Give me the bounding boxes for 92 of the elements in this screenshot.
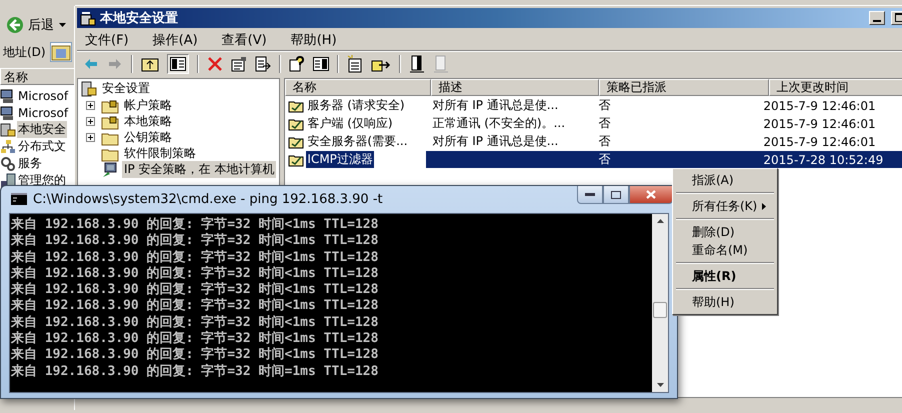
file-name[interactable]: 服务 [17,155,43,172]
item-icon [0,138,16,154]
item-icon [0,88,16,104]
policy-name[interactable]: 安全服务器(需要... [306,133,409,150]
delete-icon[interactable] [207,56,223,72]
close-button[interactable] [629,186,673,204]
tree-item[interactable]: 本地策略 [122,113,174,130]
menu-item[interactable]: 指派(A) [676,171,774,189]
menu-item[interactable]: 文件(F) [85,31,129,49]
export-list-icon[interactable] [255,56,271,72]
file-name[interactable]: Microsof [17,106,70,120]
table-cell: 否 [598,115,610,132]
table-cell: 2015-7-28 10:52:49 [763,152,884,166]
menu-item[interactable]: 删除(D) [676,223,774,241]
console-icon [11,193,27,205]
policy-name[interactable]: 客户端 (仅响应) [306,115,394,132]
address-label: 地址(D) [3,44,46,60]
properties-icon[interactable] [231,56,247,72]
security-settings-icon [81,80,97,96]
app-icon [80,10,96,26]
file-name[interactable]: Microsof [17,88,70,102]
table-cell: 2015-7-9 12:46:01 [763,116,876,130]
menu-item[interactable]: 帮助(H) [676,293,774,311]
minimize-icon [585,193,595,196]
minimize-button[interactable] [577,186,603,204]
file-name[interactable]: 分布式文 [17,138,67,155]
console-line: 来自 192.168.3.90 的回复: 字节=32 时间<1ms TTL=128 [11,282,380,298]
table-cell: 否 [598,133,610,150]
console-line: 来自 192.168.3.90 的回复: 字节=32 时间<1ms TTL=128 [11,331,380,346]
window-title: 本地安全设置 [100,10,178,27]
column-header[interactable]: 策略已指派 [599,79,770,96]
menu-item[interactable]: 操作(A) [152,31,198,49]
console-line: 来自 192.168.3.90 的回复: 字节=32 时间<1ms TTL=128 [11,298,380,314]
scroll-thumb[interactable] [653,302,667,318]
table-cell: 2015-7-9 12:46:01 [763,98,876,112]
console-line: 来自 192.168.3.90 的回复: 字节=32 时间=1ms TTL=128 [11,364,380,380]
scroll-down-icon[interactable] [656,383,664,387]
item-icon [0,122,16,138]
policy-icon [288,134,304,148]
menu-item[interactable]: 查看(V) [222,31,267,49]
tree-item[interactable]: 安全设置 [100,80,152,97]
window-title: C:\Windows\system32\cmd.exe - ping 192.168.3.90 -t [33,192,383,206]
tree-item[interactable]: 软件限制策略 [122,145,198,162]
console-line: 来自 192.168.3.90 的回复: 字节=32 时间<1ms TTL=128 [11,314,380,330]
tree-item[interactable]: 公钥策略 [122,129,174,146]
tree-item[interactable]: IP 安全策略，在 本地计算机 [122,161,276,178]
maximize-button[interactable] [603,186,629,204]
policy-icon [288,116,304,130]
scroll-up-icon[interactable] [656,219,664,223]
menu-item[interactable]: 重命名(M) [676,241,774,259]
table-cell: 正常通讯 (不安全的)。... [432,115,566,132]
console-line: 来自 192.168.3.90 的回复: 字节=32 时间<1ms TTL=128 [11,250,380,266]
minimize-icon [873,20,881,22]
maximize-icon [894,13,902,22]
menu-item[interactable]: 所有任务(K) [676,197,774,215]
policy-icon [288,152,304,166]
item-icon [0,156,16,172]
table-cell: 否 [598,151,610,168]
maximize-icon [611,190,621,198]
table-cell: 否 [598,97,610,114]
menu-item[interactable]: 帮助(H) [290,31,337,49]
up-folder-icon[interactable] [141,56,159,72]
help-icon[interactable] [289,56,305,72]
toggle-tree-button[interactable] [167,54,189,74]
file-name[interactable]: 本地安全 [17,121,67,138]
expand-icon[interactable] [86,117,95,126]
expand-icon[interactable] [86,133,95,142]
table-cell: 对所有 IP 通讯总是使... [432,97,558,114]
column-header[interactable]: 上次更改时间 [769,79,902,96]
policy-name[interactable]: 服务器 (请求安全) [306,97,406,114]
toggle-action-pane-icon[interactable] [313,57,329,71]
dropdown-arrow-icon[interactable] [59,23,66,27]
policy-icon [288,98,304,112]
assign-icon[interactable] [409,55,425,73]
expand-icon[interactable] [86,101,95,110]
tree-item[interactable]: 帐户策略 [122,97,174,114]
console-line: 来自 192.168.3.90 的回复: 字节=32 时间<1ms TTL=128 [11,233,380,250]
back-arrow-icon [6,16,24,34]
item-icon [0,104,16,120]
new-policy-icon[interactable] [347,55,363,73]
console-line: 来自 192.168.3.90 的回复: 字节=32 时间<1ms TTL=128 [11,217,380,232]
back-button[interactable]: 后退 [3,16,57,34]
policy-name[interactable]: ICMP过滤器 [306,151,374,168]
console-line: 来自 192.168.3.90 的回复: 字节=32 时间<1ms TTL=128 [11,266,380,282]
console-line: 来自 192.168.3.90 的回复: 字节=32 时间<1ms TTL=128 [11,347,380,364]
close-icon [646,190,656,199]
scrollbar[interactable] [652,214,668,392]
column-header[interactable]: 描述 [431,79,600,96]
table-cell: 对所有 IP 通讯总是使... [432,133,558,150]
menu-item[interactable]: 属性(R) [676,267,774,285]
table-cell: 2015-7-9 12:46:01 [763,134,876,148]
column-header[interactable]: 名称 [285,79,432,96]
